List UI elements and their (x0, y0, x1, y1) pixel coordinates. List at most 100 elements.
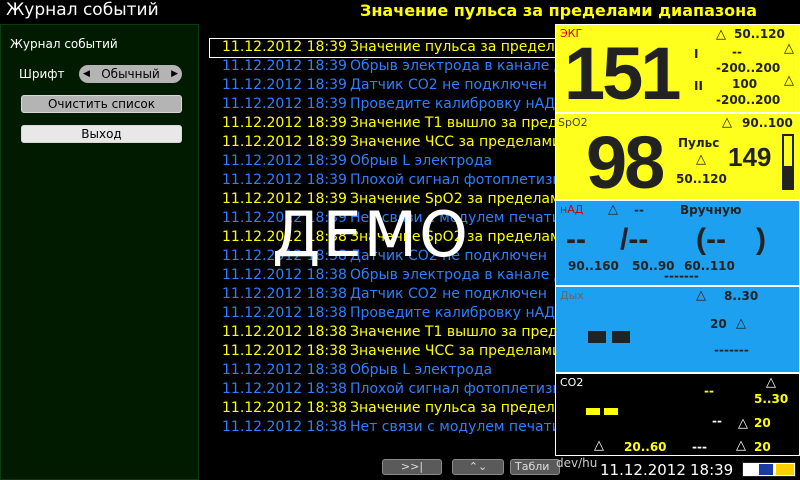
clear-list-button[interactable]: Очистить список (21, 95, 182, 113)
font-value: Обычный (101, 67, 160, 81)
event-time: 11.12.2012 18:38 (222, 343, 347, 359)
lead1-range: -200..200 (716, 61, 781, 75)
event-time: 11.12.2012 18:39 (222, 96, 347, 112)
spo2-label: SpO2 (558, 116, 588, 129)
event-time: 11.12.2012 18:38 (222, 362, 347, 378)
bell-icon: △ (736, 438, 746, 453)
nibp-dia: /-- (620, 223, 649, 256)
font-selector[interactable]: ◀ Обычный ▶ (79, 65, 182, 83)
log-row[interactable]: 11.12.2012 18:38 Обрыв L электрода (222, 362, 492, 381)
bell-icon: △ (608, 202, 618, 217)
exit-button[interactable]: Выход (21, 125, 182, 143)
sys-range: 90..160 (568, 259, 619, 273)
event-text: Обрыв электрода в канале Д (350, 58, 555, 74)
bell-icon: △ (784, 41, 794, 56)
co2-dash (586, 408, 600, 415)
status-date: 11.12.2012 (600, 461, 686, 479)
bell-icon: △ (736, 316, 746, 331)
event-text: Проведите калибровку нАД (350, 96, 555, 112)
log-row[interactable]: 11.12.2012 18:38 Значение пульса за преде… (222, 400, 555, 419)
alarm-message: Значение пульса за пределами диапазона (360, 1, 758, 20)
pulse-label: Пульс (678, 136, 720, 150)
resp-value: 20 (710, 317, 727, 331)
demo-watermark: ДЕМО (272, 198, 470, 271)
log-row[interactable]: 11.12.2012 18:38 Значение ЧСС за пределам… (222, 343, 555, 362)
event-time: 11.12.2012 18:38 (222, 419, 347, 435)
spo2-panel[interactable]: SpO2 98 △ 90..100 Пульс △ 50..120 149 (555, 113, 800, 204)
event-time: 11.12.2012 18:39 (222, 39, 347, 55)
log-row[interactable]: 11.12.2012 18:38 Датчик CO2 не подключен (222, 286, 547, 305)
log-row[interactable]: 11.12.2012 18:38 Проведите калибровку нАД (222, 305, 555, 324)
log-row[interactable]: 11.12.2012 18:39 Значение ЧСС за пределам… (222, 134, 555, 153)
co2-dash (604, 408, 618, 415)
event-text: Датчик CO2 не подключен (350, 77, 547, 93)
nibp-sys: -- (566, 223, 586, 256)
log-row[interactable]: 11.12.2012 18:39 Плохой сигнал фотоплетиз… (222, 172, 555, 191)
bell-icon: △ (696, 152, 706, 167)
vitals-panel: ЭКГ 151 △ 50..120 I -- △ -200..200 II 10… (555, 24, 800, 456)
event-text: Значение ЧСС за пределами (350, 134, 555, 150)
lead2-range: -200..200 (716, 93, 781, 107)
resp-dashes: ------- (714, 343, 749, 357)
event-time: 11.12.2012 18:38 (222, 324, 347, 340)
bell-icon: △ (696, 288, 706, 303)
event-time: 11.12.2012 18:39 (222, 134, 347, 150)
nibp-mean-close: ) (756, 223, 766, 256)
log-row[interactable]: 11.12.2012 18:38 Плохой сигнал фотоплетиз… (222, 381, 555, 400)
battery-level (776, 464, 794, 475)
top-bar: Журнал событий Значение пульса за предел… (0, 0, 800, 24)
bell-icon: △ (722, 115, 732, 130)
panel-title: Журнал событий (10, 37, 118, 51)
bell-icon: △ (594, 438, 604, 453)
font-label: Шрифт (19, 67, 65, 81)
log-row[interactable]: 11.12.2012 18:39 Значение T1 вышло за пре… (222, 115, 555, 134)
scroll-updown-button[interactable]: ⌃⌄ (452, 459, 504, 475)
log-row[interactable]: 11.12.2012 18:39 Проведите калибровку нАД (222, 96, 555, 115)
event-time: 11.12.2012 18:39 (222, 77, 347, 93)
log-row[interactable]: 11.12.2012 18:38 Нет связи с модулем печа… (222, 419, 555, 438)
event-time: 11.12.2012 18:39 (222, 172, 347, 188)
nibp-mean: (-- (696, 223, 726, 256)
fico2-value: -- (712, 414, 722, 428)
status-time: 18:39 (690, 461, 734, 479)
lead2-label: II (694, 79, 703, 93)
power-icon (742, 462, 796, 477)
rr-range: 20..60 (624, 440, 667, 454)
nibp-panel[interactable]: нАД △ -- Вручную -- /-- (-- ) 90..160 50… (555, 200, 800, 286)
lead2-value: 100 (732, 77, 758, 91)
log-row[interactable]: 11.12.2012 18:39 Обрыв электрода в канале… (222, 58, 555, 77)
event-time: 11.12.2012 18:39 (222, 115, 347, 131)
chevron-right-icon[interactable]: ▶ (171, 65, 178, 83)
nibp-mode-dash: -- (634, 203, 644, 217)
resp-dash (612, 331, 630, 343)
log-row[interactable]: 11.12.2012 18:39 Значение пульса за преде… (222, 39, 555, 58)
spo2-range: 90..100 (742, 116, 793, 130)
plug-icon (759, 464, 773, 475)
co2-panel[interactable]: CO2 △ -- 5..30 -- △ 20 △ 20..60 --- △ 20 (555, 373, 800, 456)
co2-label: CO2 (560, 376, 584, 389)
bell-icon: △ (784, 73, 794, 88)
event-text: Датчик CO2 не подключен (350, 286, 547, 302)
resp-dash (588, 331, 606, 343)
rr-value: --- (692, 440, 707, 454)
event-text: Плохой сигнал фотоплетизм (350, 381, 555, 397)
bell-icon: △ (716, 27, 726, 42)
event-text: Значение T1 вышло за преде (350, 324, 555, 340)
table-button[interactable]: Табли (510, 459, 560, 475)
event-time: 11.12.2012 18:39 (222, 58, 347, 74)
bell-icon: △ (738, 416, 748, 431)
resp-panel[interactable]: Дых △ 8..30 20 △ ------- (555, 286, 800, 373)
resp-range: 8..30 (724, 289, 759, 303)
nibp-mode: Вручную (680, 203, 742, 217)
log-row[interactable]: 11.12.2012 18:39 Обрыв L электрода (222, 153, 492, 172)
log-row[interactable]: 11.12.2012 18:38 Значение T1 вышло за пре… (222, 324, 555, 343)
pulse-value: 149 (728, 142, 772, 172)
nibp-label: нАД (560, 203, 584, 216)
fico2-limit: 20 (754, 416, 771, 430)
event-time: 11.12.2012 18:38 (222, 286, 347, 302)
ecg-panel[interactable]: ЭКГ 151 △ 50..120 I -- △ -200..200 II 10… (555, 24, 800, 115)
log-row[interactable]: 11.12.2012 18:39 Датчик CO2 не подключен (222, 77, 547, 96)
chevron-left-icon[interactable]: ◀ (83, 65, 90, 83)
jump-end-button[interactable]: >>| (382, 459, 442, 475)
event-text: Обрыв L электрода (350, 362, 493, 378)
